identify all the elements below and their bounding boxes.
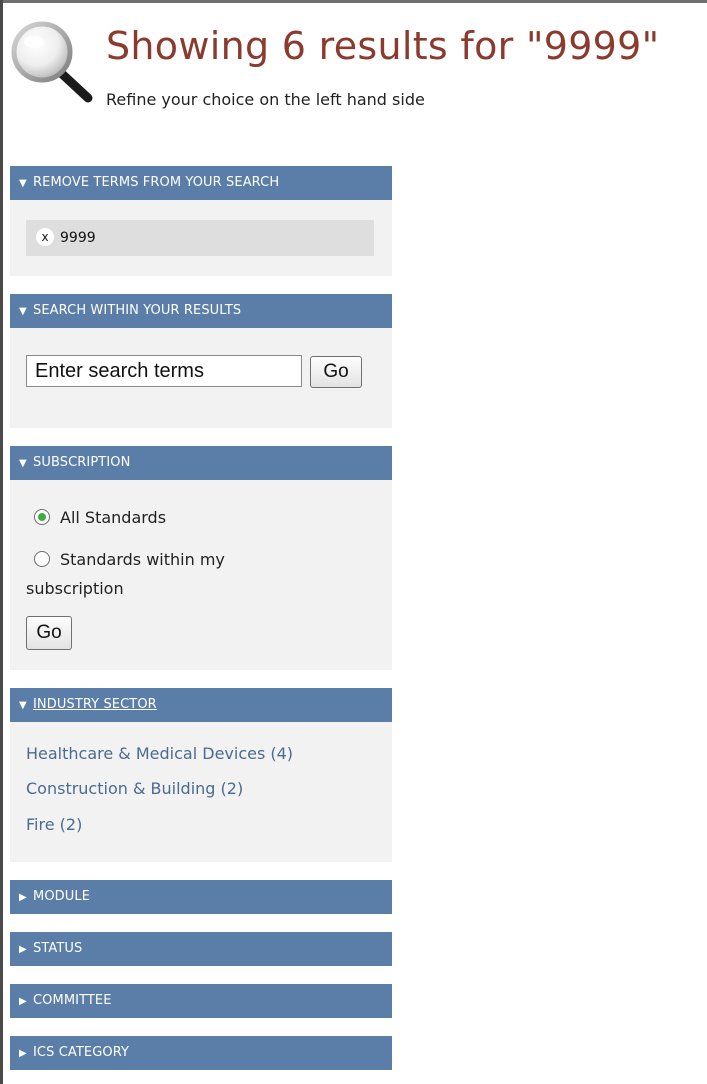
panel-header-label: STATUS (33, 941, 83, 956)
triangle-down-icon: ▼ (19, 178, 27, 189)
page-subtitle: Refine your choice on the left hand side (106, 90, 425, 109)
radio-label: All Standards (60, 508, 167, 527)
radio-option-my-subscription[interactable]: Standards within my (34, 550, 225, 569)
panel-header-label[interactable]: INDUSTRY SECTOR (33, 697, 157, 712)
search-within-input[interactable] (26, 355, 302, 387)
triangle-down-icon: ▼ (19, 700, 27, 711)
remove-term-icon[interactable]: x (36, 228, 54, 246)
panel-header-module[interactable]: ▶ MODULE (10, 880, 392, 914)
triangle-right-icon: ▶ (19, 944, 27, 955)
search-within-go-button[interactable]: Go (310, 356, 362, 388)
panel-header-label: ICS CATEGORY (33, 1045, 130, 1060)
panel-body-search-within: Go (10, 328, 392, 428)
window-top-border (0, 0, 707, 3)
panel-header-label: SEARCH WITHIN YOUR RESULTS (33, 303, 242, 318)
panel-header-ics-category[interactable]: ▶ ICS CATEGORY (10, 1036, 392, 1070)
panel-header-remove-terms[interactable]: ▼ REMOVE TERMS FROM YOUR SEARCH (10, 166, 392, 200)
triangle-down-icon: ▼ (19, 458, 27, 469)
panel-header-subscription[interactable]: ▼ SUBSCRIPTION (10, 446, 392, 480)
panel-header-search-within[interactable]: ▼ SEARCH WITHIN YOUR RESULTS (10, 294, 392, 328)
radio-label: Standards within my (60, 550, 225, 569)
triangle-down-icon: ▼ (19, 306, 27, 317)
panel-header-label: COMMITTEE (33, 993, 112, 1008)
radio-unchecked-icon[interactable] (34, 550, 50, 567)
panel-body-industry-sector: Healthcare & Medical Devices (4) Constru… (10, 722, 392, 862)
triangle-right-icon: ▶ (19, 1048, 27, 1059)
sector-link-healthcare[interactable]: Healthcare & Medical Devices (4) (26, 744, 293, 763)
sector-link-fire[interactable]: Fire (2) (26, 815, 82, 834)
search-term-label: 9999 (60, 230, 96, 246)
panel-header-status[interactable]: ▶ STATUS (10, 932, 392, 966)
search-term-chip: x 9999 (26, 220, 374, 256)
window-left-border (0, 0, 3, 1084)
panel-header-industry-sector[interactable]: ▼ INDUSTRY SECTOR (10, 688, 392, 722)
radio-checked-icon[interactable] (34, 508, 50, 525)
panel-body-remove-terms: x 9999 (10, 200, 392, 276)
triangle-right-icon: ▶ (19, 996, 27, 1007)
page-title: Showing 6 results for "9999" (106, 24, 660, 68)
magnifier-icon (11, 21, 93, 103)
panel-header-label: REMOVE TERMS FROM YOUR SEARCH (33, 175, 280, 190)
panel-header-committee[interactable]: ▶ COMMITTEE (10, 984, 392, 1018)
subscription-go-button[interactable]: Go (26, 616, 72, 650)
panel-header-label: MODULE (33, 889, 91, 904)
sector-link-construction[interactable]: Construction & Building (2) (26, 779, 243, 798)
panel-body-subscription: All Standards Standards within my subscr… (10, 480, 392, 670)
radio-option-all-standards[interactable]: All Standards (34, 508, 166, 527)
radio-label-continuation: subscription (26, 579, 124, 598)
panel-header-label: SUBSCRIPTION (33, 455, 131, 470)
triangle-right-icon: ▶ (19, 892, 27, 903)
